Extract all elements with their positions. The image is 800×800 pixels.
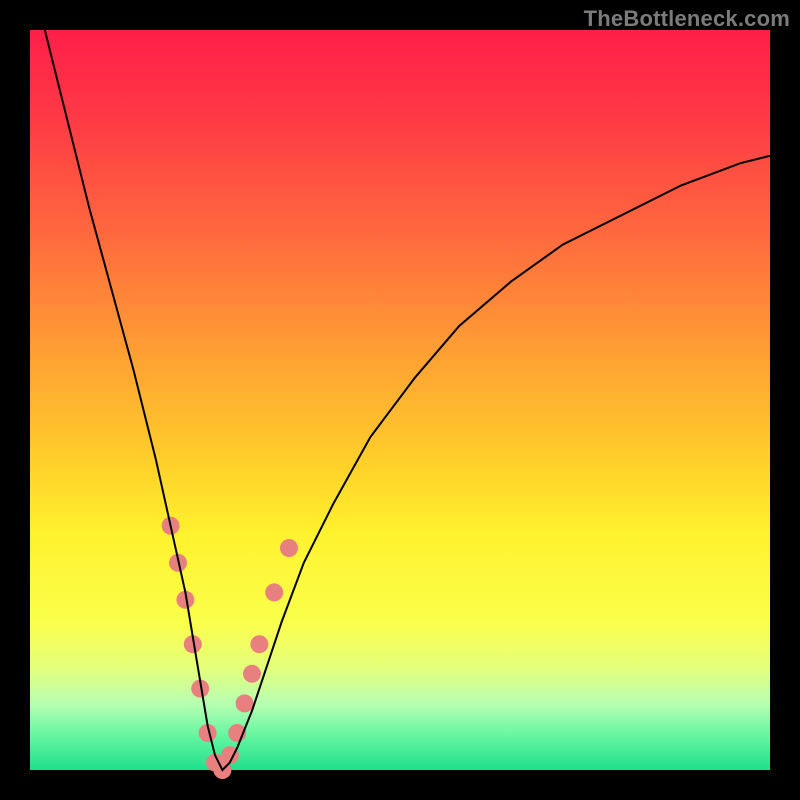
marker-point <box>243 665 261 683</box>
marker-point <box>236 694 254 712</box>
watermark-text: TheBottleneck.com <box>584 6 790 32</box>
marker-point <box>280 539 298 557</box>
chart-svg <box>30 30 770 770</box>
marker-point <box>250 635 268 653</box>
marker-point <box>265 583 283 601</box>
marker-group <box>162 517 298 779</box>
bottleneck-curve <box>45 30 770 770</box>
chart-frame: TheBottleneck.com <box>0 0 800 800</box>
chart-plot-area <box>30 30 770 770</box>
